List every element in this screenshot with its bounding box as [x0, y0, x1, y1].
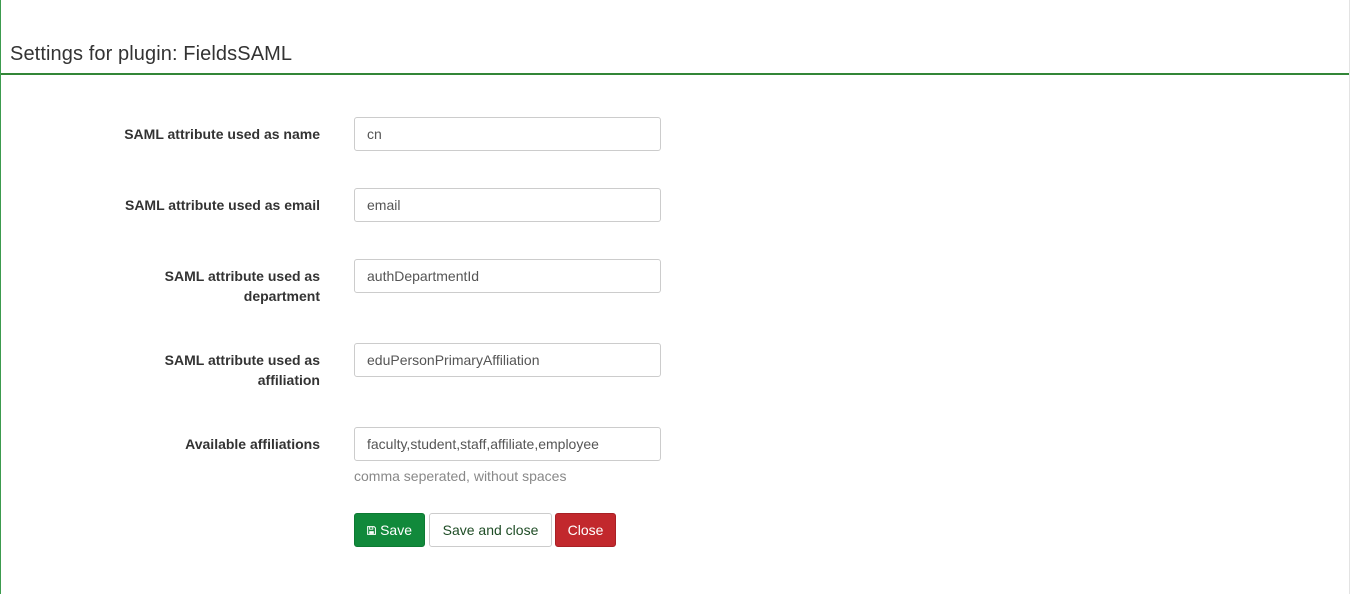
- available-affiliations-help: comma seperated, without spaces: [354, 468, 567, 484]
- department-attribute-label: SAML attribute used as department: [100, 266, 320, 306]
- save-and-close-button-label: Save and close: [442, 522, 539, 538]
- name-attribute-label: SAML attribute used as name: [124, 126, 320, 142]
- save-button-label: Save: [380, 522, 412, 538]
- department-attribute-label-line2: department: [243, 288, 320, 304]
- department-attribute-label-line1: SAML attribute used as: [164, 268, 320, 284]
- save-and-close-button[interactable]: Save and close: [429, 513, 552, 547]
- affiliation-attribute-label-line2: affiliation: [257, 372, 320, 388]
- department-attribute-input[interactable]: [354, 259, 661, 293]
- affiliation-attribute-label: SAML attribute used as affiliation: [100, 350, 320, 390]
- available-affiliations-label: Available affiliations: [185, 436, 320, 452]
- close-button-label: Close: [567, 522, 604, 538]
- available-affiliations-input[interactable]: [354, 427, 661, 461]
- affiliation-attribute-label-line1: SAML attribute used as: [164, 352, 320, 368]
- name-attribute-input[interactable]: [354, 117, 661, 151]
- save-button[interactable]: Save: [354, 513, 425, 547]
- close-button[interactable]: Close: [555, 513, 616, 547]
- email-attribute-label: SAML attribute used as email: [124, 197, 320, 213]
- email-attribute-input[interactable]: [354, 188, 661, 222]
- floppy-disk-icon: [367, 525, 376, 535]
- affiliation-attribute-input[interactable]: [354, 343, 661, 377]
- page-title: Settings for plugin: FieldsSAML: [10, 43, 293, 65]
- panel-header: Settings for plugin: FieldsSAML: [1, 0, 1349, 75]
- plugin-settings-panel: Settings for plugin: FieldsSAML SAML att…: [0, 0, 1350, 594]
